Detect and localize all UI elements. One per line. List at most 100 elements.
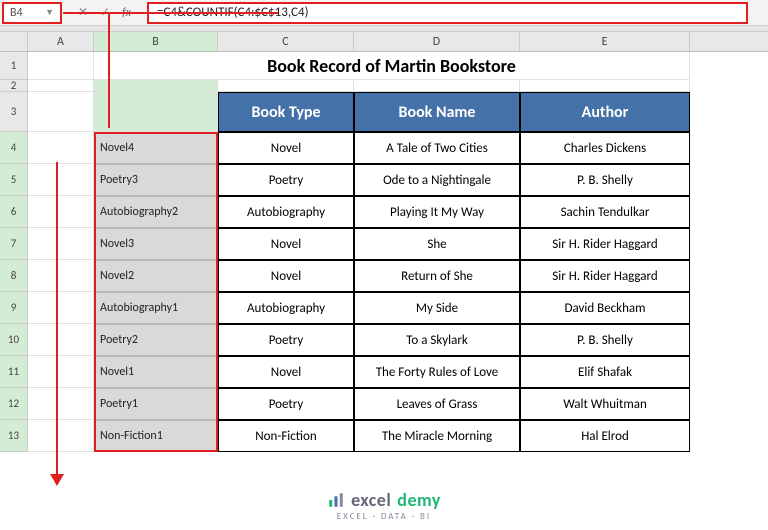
cell-bookname[interactable]: The Forty Rules of Love — [354, 356, 520, 388]
name-box[interactable]: B4 ▼ — [2, 2, 62, 24]
cell-author[interactable]: Sachin Tendulkar — [520, 196, 690, 228]
cell[interactable] — [28, 164, 94, 196]
select-all-corner[interactable] — [0, 32, 28, 51]
cell-bookname[interactable]: The Miracle Morning — [354, 420, 520, 452]
logo-text-2: demy — [397, 489, 441, 511]
cell-booktype[interactable]: Novel — [218, 228, 354, 260]
cell[interactable] — [218, 80, 354, 92]
cell[interactable] — [28, 228, 94, 260]
cell-helper[interactable]: Poetry2 — [94, 324, 218, 356]
cell[interactable] — [28, 356, 94, 388]
cell[interactable] — [28, 92, 94, 132]
watermark: exceldemy EXCEL · DATA · BI — [0, 489, 768, 522]
column-header[interactable]: B — [94, 32, 218, 51]
cell-author[interactable]: David Beckham — [520, 292, 690, 324]
row-header[interactable]: 10 — [0, 324, 28, 356]
title-cell[interactable]: Book Record of Martin Bookstore — [94, 52, 690, 80]
cell-author[interactable]: Sir H. Rider Haggard — [520, 228, 690, 260]
row-header[interactable]: 11 — [0, 356, 28, 388]
cell-bookname[interactable]: Ode to a Nightingale — [354, 164, 520, 196]
table-row: 11 Novel1NovelThe Forty Rules of LoveElif… — [0, 356, 768, 388]
cell-bookname[interactable]: Leaves of Grass — [354, 388, 520, 420]
cell[interactable] — [94, 80, 218, 92]
page-title: Book Record of Martin Bookstore — [267, 55, 516, 77]
cell-helper[interactable]: Non-Fiction1 — [94, 420, 218, 452]
cell[interactable] — [28, 388, 94, 420]
cell-helper[interactable]: Novel1 — [94, 356, 218, 388]
cell-booktype[interactable]: Autobiography — [218, 292, 354, 324]
cell[interactable] — [94, 92, 218, 132]
cell-helper[interactable]: Autobiography2 — [94, 196, 218, 228]
cell[interactable] — [28, 292, 94, 324]
cell-author[interactable]: Elif Shafak — [520, 356, 690, 388]
annotation-connector — [63, 12, 278, 14]
cell-booktype[interactable]: Poetry — [218, 388, 354, 420]
cell-author[interactable]: P. B. Shelly — [520, 164, 690, 196]
row-header[interactable]: 1 — [0, 52, 28, 80]
logo-tagline: EXCEL · DATA · BI — [0, 511, 768, 522]
table-row: 13 Non-Fiction1Non-FictionThe Miracle Mor… — [0, 420, 768, 452]
cell-author[interactable]: Hal Elrod — [520, 420, 690, 452]
row-header[interactable]: 6 — [0, 196, 28, 228]
cell-bookname[interactable]: Return of She — [354, 260, 520, 292]
table-row: 10 Poetry2PoetryTo a SkylarkP. B. Shelly — [0, 324, 768, 356]
row-header[interactable]: 7 — [0, 228, 28, 260]
cell-bookname[interactable]: Playing It My Way — [354, 196, 520, 228]
cell[interactable] — [28, 196, 94, 228]
cell[interactable] — [354, 80, 520, 92]
cell-helper[interactable]: Poetry1 — [94, 388, 218, 420]
spreadsheet: A B C D E 1 Book Record of Martin Bookst… — [0, 32, 768, 452]
table-header[interactable]: Book Name — [354, 92, 520, 132]
table-row: 6 Autobiography2AutobiographyPlaying It M… — [0, 196, 768, 228]
cell-helper[interactable]: Autobiography1 — [94, 292, 218, 324]
cell-booktype[interactable]: Poetry — [218, 324, 354, 356]
cell[interactable] — [28, 52, 94, 80]
row-header[interactable]: 5 — [0, 164, 28, 196]
cell-author[interactable]: Charles Dickens — [520, 132, 690, 164]
cell-helper[interactable]: Novel2 — [94, 260, 218, 292]
name-box-value: B4 — [10, 6, 23, 20]
cell[interactable] — [28, 324, 94, 356]
cell-bookname[interactable]: My Side — [354, 292, 520, 324]
cell-booktype[interactable]: Non-Fiction — [218, 420, 354, 452]
row-header[interactable]: 13 — [0, 420, 28, 452]
header-label: Book Name — [399, 103, 476, 122]
column-header[interactable]: A — [28, 32, 94, 51]
cell-author[interactable]: Sir H. Rider Haggard — [520, 260, 690, 292]
cell-author[interactable]: Walt Whuitman — [520, 388, 690, 420]
row-header[interactable]: 12 — [0, 388, 28, 420]
header-label: Author — [582, 103, 629, 122]
cell[interactable] — [28, 420, 94, 452]
table-row: 9 Autobiography1AutobiographyMy SideDavid… — [0, 292, 768, 324]
cell-booktype[interactable]: Novel — [218, 260, 354, 292]
table-header[interactable]: Author — [520, 92, 690, 132]
cell[interactable] — [28, 80, 94, 92]
cell[interactable] — [28, 260, 94, 292]
row-header[interactable]: 8 — [0, 260, 28, 292]
cell-helper[interactable]: Novel3 — [94, 228, 218, 260]
cell[interactable] — [520, 80, 690, 92]
table-row: 12 Poetry1PoetryLeaves of GrassWalt Whuit… — [0, 388, 768, 420]
cell-booktype[interactable]: Poetry — [218, 164, 354, 196]
column-header[interactable]: D — [354, 32, 520, 51]
cell-booktype[interactable]: Novel — [218, 356, 354, 388]
cell-booktype[interactable]: Autobiography — [218, 196, 354, 228]
cell-booktype[interactable]: Novel — [218, 132, 354, 164]
cell-bookname[interactable]: To a Skylark — [354, 324, 520, 356]
row-header[interactable]: 3 — [0, 92, 28, 132]
table-header[interactable]: Book Type — [218, 92, 354, 132]
cell[interactable] — [28, 132, 94, 164]
cell-author[interactable]: P. B. Shelly — [520, 324, 690, 356]
column-header[interactable]: E — [520, 32, 690, 51]
cell-helper[interactable]: Novel4 — [94, 132, 218, 164]
cell-helper[interactable]: Poetry3 — [94, 164, 218, 196]
table-row: 5 Poetry3PoetryOde to a NightingaleP. B. … — [0, 164, 768, 196]
cell-bookname[interactable]: She — [354, 228, 520, 260]
row-header[interactable]: 9 — [0, 292, 28, 324]
row-header[interactable]: 2 — [0, 80, 28, 92]
chevron-down-icon[interactable]: ▼ — [45, 7, 54, 18]
cell-bookname[interactable]: A Tale of Two Cities — [354, 132, 520, 164]
grid-row: 2 — [0, 80, 768, 92]
row-header[interactable]: 4 — [0, 132, 28, 164]
column-header[interactable]: C — [218, 32, 354, 51]
